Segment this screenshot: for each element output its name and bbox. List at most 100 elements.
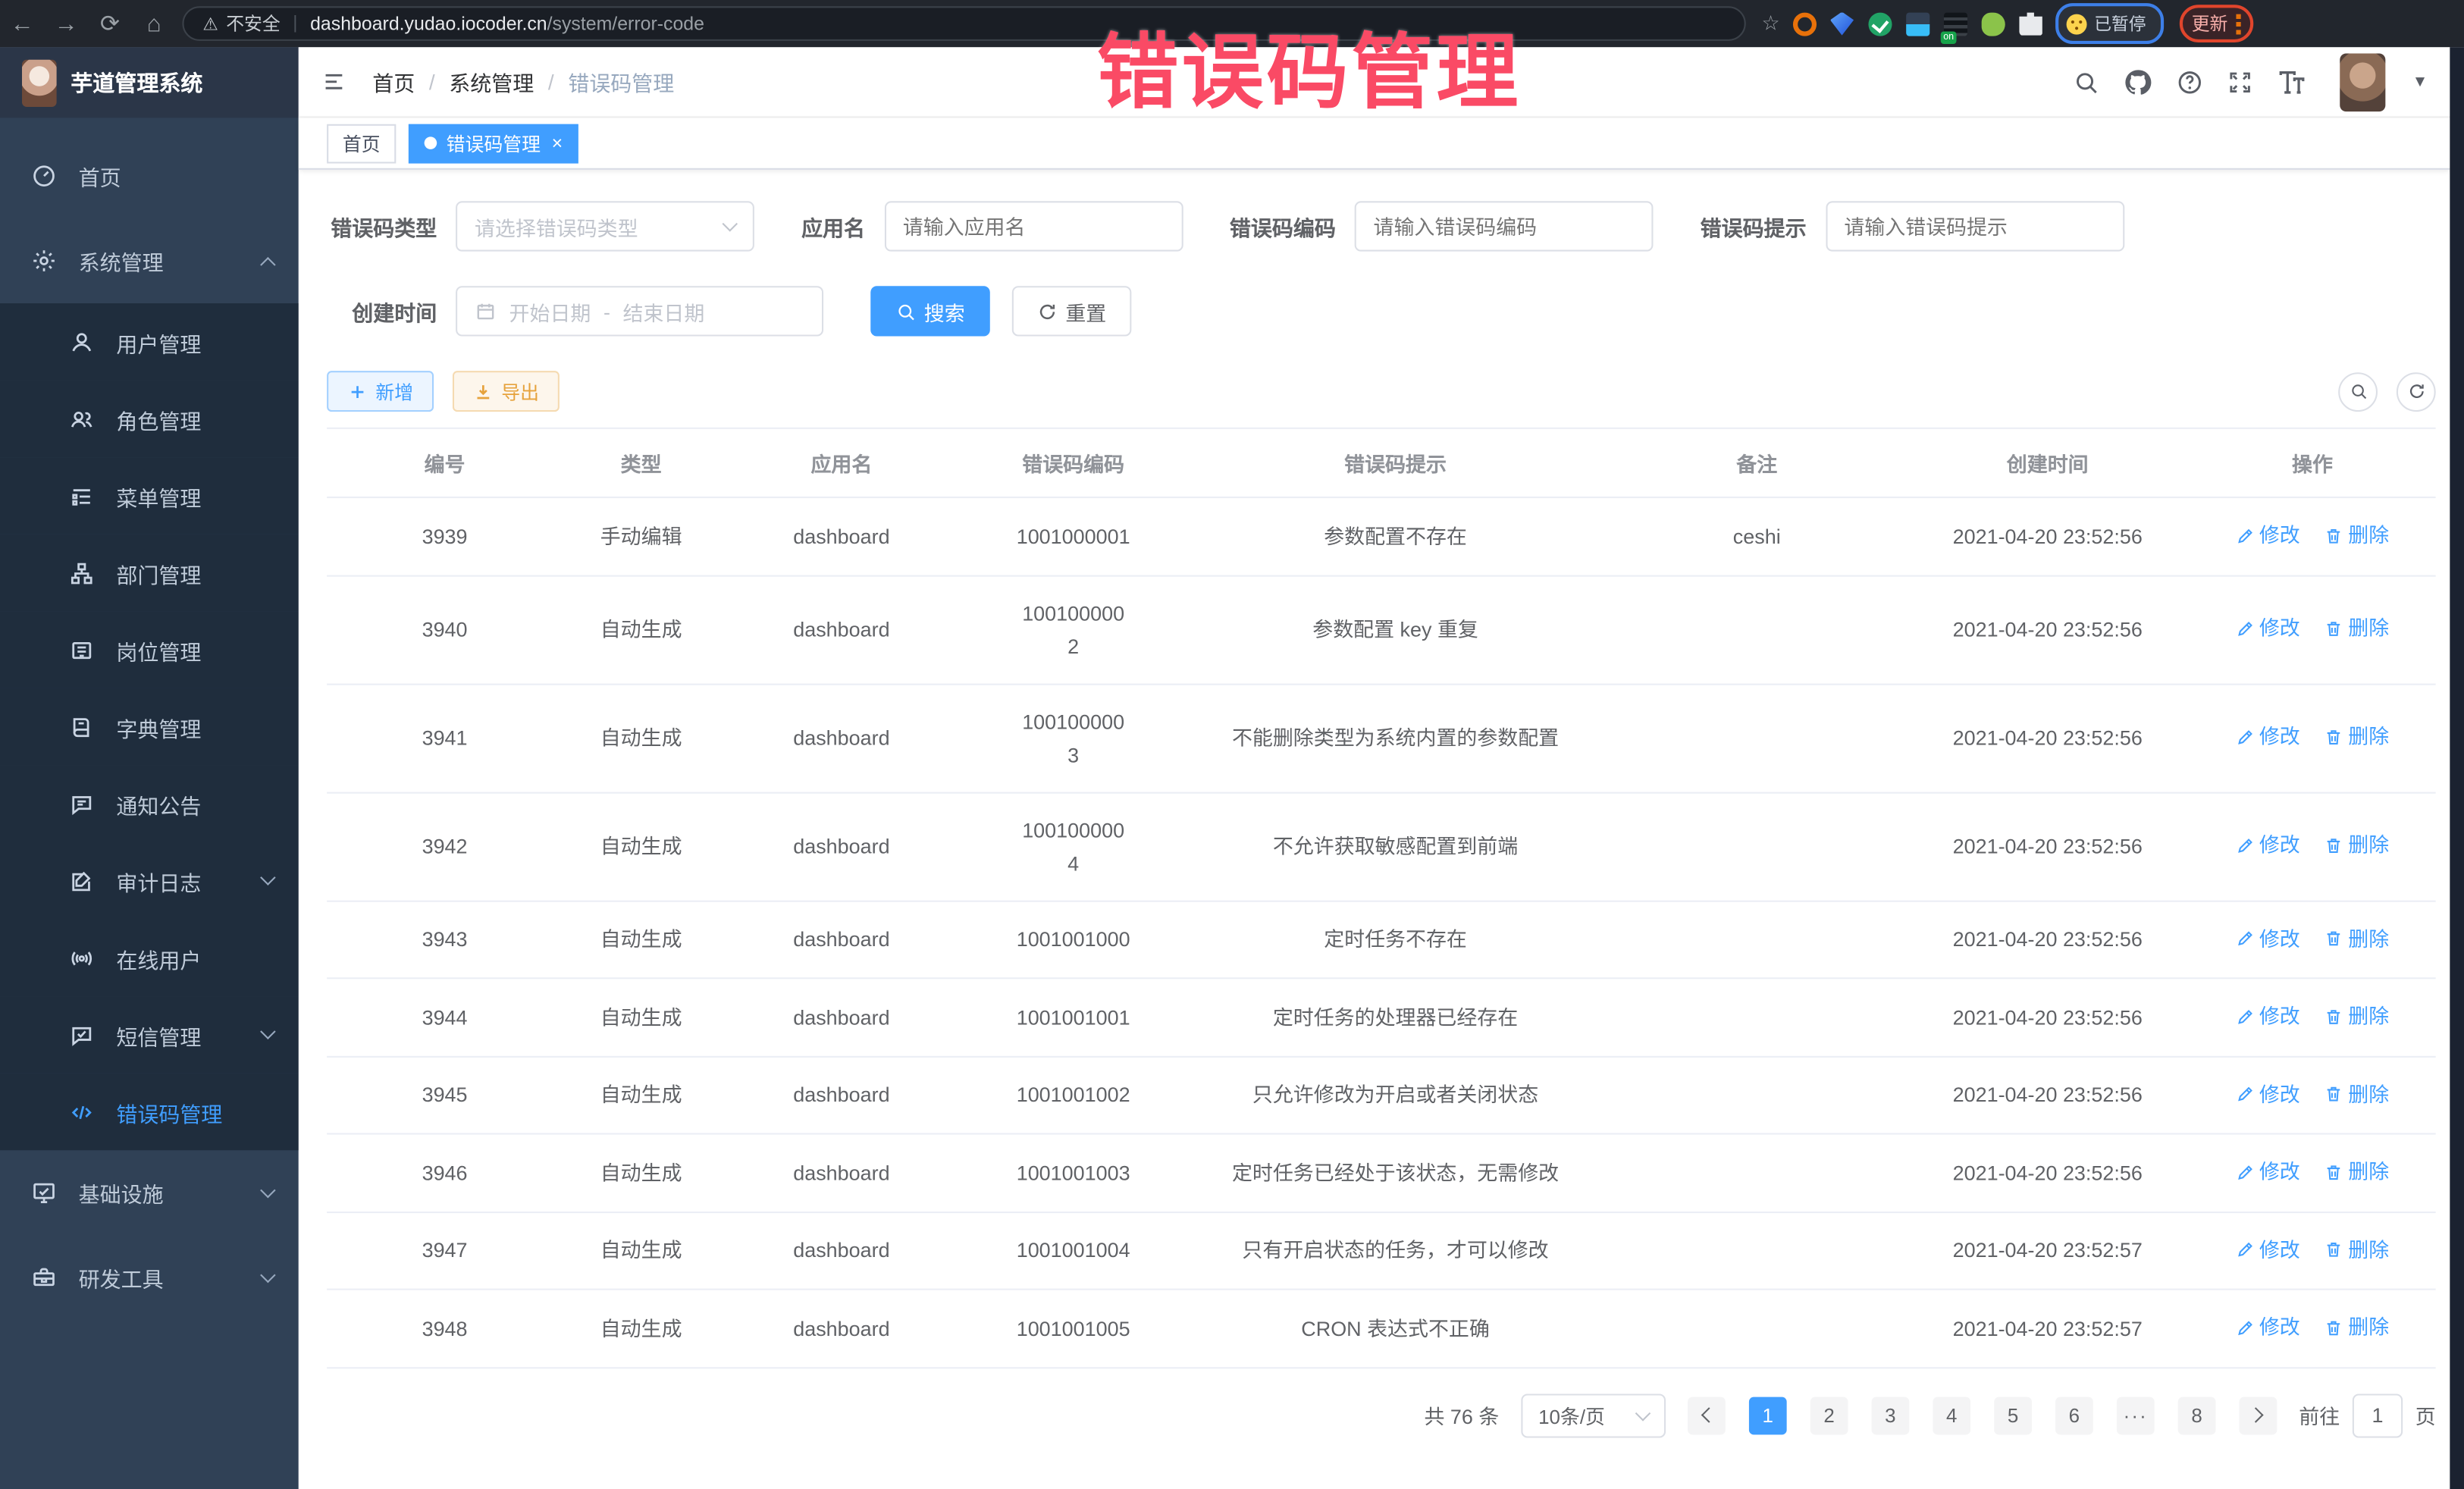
sidebar-item[interactable]: 审计日志 bbox=[0, 842, 299, 920]
delete-link[interactable]: 删除 bbox=[2324, 519, 2389, 552]
show-search-toggle-button[interactable] bbox=[2338, 371, 2378, 411]
profile-paused-pill[interactable]: 已暂停 bbox=[2055, 3, 2163, 44]
add-button[interactable]: 新增 bbox=[327, 371, 434, 412]
delete-link[interactable]: 删除 bbox=[2324, 720, 2389, 754]
delete-link[interactable]: 删除 bbox=[2324, 999, 2389, 1033]
sidebar-item[interactable]: 首页 bbox=[0, 133, 299, 218]
forward-icon[interactable]: → bbox=[44, 10, 88, 36]
sidebar-item[interactable]: 角色管理 bbox=[0, 381, 299, 458]
edit-link[interactable]: 修改 bbox=[2236, 922, 2300, 955]
browser-menu-dots-icon[interactable] bbox=[2236, 14, 2240, 34]
sidebar-logo[interactable]: 芋道管理系统 bbox=[0, 47, 299, 118]
edit-link[interactable]: 修改 bbox=[2236, 829, 2300, 862]
sidebar-item[interactable]: 用户管理 bbox=[0, 303, 299, 381]
github-icon[interactable] bbox=[2123, 67, 2152, 96]
tab-close-icon[interactable]: × bbox=[552, 133, 563, 152]
page-number-button[interactable]: 1 bbox=[1749, 1397, 1787, 1434]
sidebar-item[interactable]: 菜单管理 bbox=[0, 457, 299, 534]
edit-link[interactable]: 修改 bbox=[2236, 999, 2300, 1033]
edit-link[interactable]: 修改 bbox=[2236, 519, 2300, 552]
sidebar-item[interactable]: 基础设施 bbox=[0, 1150, 299, 1235]
cell-app: dashboard bbox=[719, 1291, 963, 1365]
blue-grid-extension-icon[interactable] bbox=[1905, 12, 1929, 36]
delete-link[interactable]: 删除 bbox=[2324, 922, 2389, 955]
breadcrumb-item[interactable]: 首页 bbox=[372, 66, 415, 97]
breadcrumb-item[interactable]: 系统管理 bbox=[449, 66, 534, 97]
error-msg-input[interactable] bbox=[1825, 201, 2124, 251]
error-code-input[interactable] bbox=[1355, 201, 1654, 251]
view-tab[interactable]: 错误码管理 × bbox=[409, 124, 578, 163]
trash-icon bbox=[2324, 1318, 2343, 1337]
list-extension-icon[interactable]: on bbox=[1943, 12, 1967, 36]
delete-link[interactable]: 删除 bbox=[2324, 1233, 2389, 1266]
edit-link[interactable]: 修改 bbox=[2236, 1233, 2300, 1266]
blue-gem-extension-icon[interactable] bbox=[1830, 12, 1854, 36]
fullscreen-icon[interactable] bbox=[2227, 68, 2253, 95]
delete-link[interactable]: 删除 bbox=[2324, 829, 2389, 862]
orange-ring-extension-icon[interactable] bbox=[1792, 12, 1816, 36]
search-icon[interactable] bbox=[2073, 68, 2099, 95]
user-avatar[interactable] bbox=[2340, 52, 2385, 111]
reset-button[interactable]: 重置 bbox=[1012, 286, 1132, 336]
sidebar-item[interactable]: 研发工具 bbox=[0, 1235, 299, 1320]
sidebar-item[interactable]: 短信管理 bbox=[0, 996, 299, 1074]
chevron-icon bbox=[260, 1182, 276, 1198]
sidebar-item[interactable]: 部门管理 bbox=[0, 534, 299, 612]
cell-msg: 定时任务不存在 bbox=[1183, 902, 1608, 976]
page-number-button[interactable]: 2 bbox=[1810, 1397, 1848, 1434]
delete-link[interactable]: 删除 bbox=[2324, 1077, 2389, 1111]
browser-scrollbar[interactable] bbox=[2450, 47, 2464, 1489]
home-icon[interactable]: ⌂ bbox=[132, 10, 176, 36]
bookmark-star-icon[interactable]: ☆ bbox=[1761, 11, 1779, 36]
breadcrumb-item[interactable]: 错误码管理 bbox=[568, 66, 674, 97]
back-icon[interactable]: ← bbox=[0, 10, 44, 36]
sidebar-item[interactable]: 字典管理 bbox=[0, 688, 299, 766]
export-button[interactable]: 导出 bbox=[453, 371, 560, 412]
edit-link[interactable]: 修改 bbox=[2236, 1077, 2300, 1111]
page-size-select[interactable]: 10条/页 bbox=[1521, 1393, 1666, 1437]
next-page-button[interactable] bbox=[2240, 1397, 2277, 1434]
sidebar-item[interactable]: 在线用户 bbox=[0, 920, 299, 997]
page-number-button[interactable]: 3 bbox=[1872, 1397, 1910, 1434]
search-button[interactable]: 搜索 bbox=[870, 286, 990, 336]
font-size-icon[interactable] bbox=[2277, 67, 2307, 96]
green-check-extension-icon[interactable] bbox=[1868, 12, 1892, 36]
not-secure-warning-icon: ⚠ bbox=[202, 14, 218, 34]
page-number-button[interactable]: 4 bbox=[1933, 1397, 1970, 1434]
browser-update-button[interactable]: 更新 bbox=[2179, 5, 2252, 42]
sidebar-item[interactable]: 通知公告 bbox=[0, 765, 299, 842]
cell-time: 2021-04-20 23:52:56 bbox=[1906, 500, 2189, 573]
page-number-button[interactable]: 6 bbox=[2055, 1397, 2093, 1434]
page-number-button[interactable]: 5 bbox=[1994, 1397, 2032, 1434]
trash-icon bbox=[2324, 1007, 2343, 1026]
puzzle-extensions-icon[interactable] bbox=[2019, 12, 2042, 36]
help-icon[interactable] bbox=[2177, 68, 2203, 95]
delete-link[interactable]: 删除 bbox=[2324, 612, 2389, 645]
sidebar-item[interactable]: 错误码管理 bbox=[0, 1074, 299, 1151]
goto-page: 前往 页 bbox=[2299, 1393, 2435, 1437]
delete-link[interactable]: 删除 bbox=[2324, 1155, 2389, 1188]
reload-icon[interactable]: ⟳ bbox=[88, 9, 132, 37]
prev-page-button[interactable] bbox=[1688, 1397, 1726, 1434]
edit-link[interactable]: 修改 bbox=[2236, 1155, 2300, 1188]
refresh-table-button[interactable] bbox=[2397, 371, 2436, 411]
page-number-button[interactable]: ··· bbox=[2117, 1397, 2155, 1434]
table-row: 3948 自动生成 dashboard 1001001005 CRON 表达式不… bbox=[327, 1290, 2436, 1368]
delete-link[interactable]: 删除 bbox=[2324, 1311, 2389, 1344]
app-name-input[interactable] bbox=[884, 201, 1183, 251]
sidebar-item-label: 在线用户 bbox=[116, 942, 273, 973]
view-tab[interactable]: 首页 × bbox=[327, 124, 396, 163]
edit-link[interactable]: 修改 bbox=[2236, 1311, 2300, 1344]
sidebar-item[interactable]: 岗位管理 bbox=[0, 611, 299, 688]
date-range-picker[interactable]: 开始日期 - 结束日期 bbox=[456, 286, 823, 336]
hamburger-icon[interactable] bbox=[321, 71, 347, 92]
edit-link[interactable]: 修改 bbox=[2236, 720, 2300, 754]
sidebar-item[interactable]: 系统管理 bbox=[0, 218, 299, 303]
caret-down-icon[interactable]: ▼ bbox=[2412, 73, 2428, 90]
error-type-select[interactable]: 请选择错误码类型 bbox=[456, 201, 754, 251]
green-key-extension-icon[interactable] bbox=[1981, 12, 2005, 36]
goto-page-input[interactable] bbox=[2353, 1393, 2403, 1437]
refresh-icon bbox=[2406, 382, 2425, 401]
edit-link[interactable]: 修改 bbox=[2236, 612, 2300, 645]
page-number-button[interactable]: 8 bbox=[2178, 1397, 2216, 1434]
